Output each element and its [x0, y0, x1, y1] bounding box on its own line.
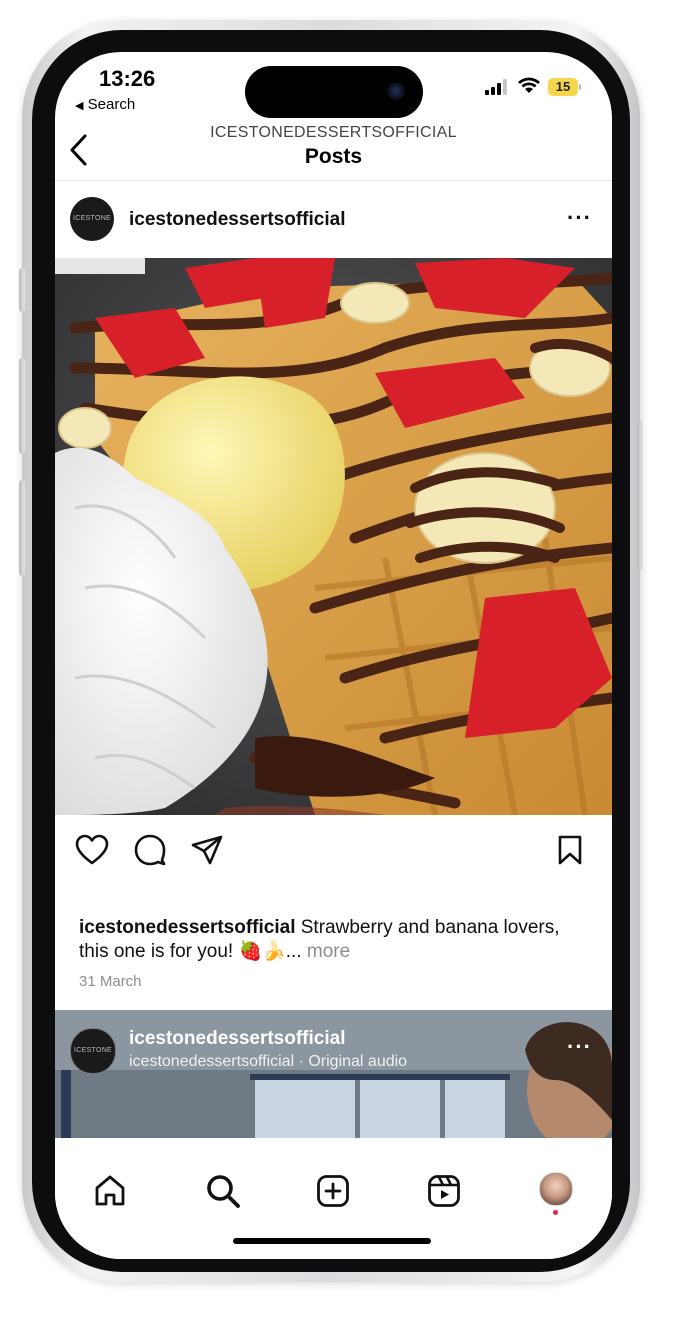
post-date: 31 March [79, 973, 142, 990]
page-title: Posts [304, 145, 363, 168]
volume-up-button [19, 358, 25, 454]
power-button [637, 420, 643, 570]
next-post-avatar[interactable]: ICESTONE [70, 1028, 116, 1074]
caption-more-link[interactable]: more [307, 941, 350, 962]
search-icon[interactable] [205, 1173, 241, 1209]
post-username[interactable]: icestonedessertsofficial [129, 209, 345, 231]
post-more-options-icon[interactable]: ··· [567, 205, 592, 231]
caption-username[interactable]: icestonedessertsofficial [79, 917, 295, 938]
post-image[interactable] [55, 258, 612, 815]
next-post-reel-preview[interactable]: ICESTONE icestonedessertsofficial icesto… [55, 1010, 612, 1144]
header-account-name: ICESTONEDESSERTSOFFICIAL [210, 124, 457, 141]
back-to-search-link[interactable]: ◀ Search [75, 96, 135, 113]
screen: 13:26 ◀ Search 15 ICESTONEDESSERTSOFFICI… [55, 52, 612, 1259]
home-indicator[interactable] [233, 1238, 431, 1244]
dessert-photo [55, 258, 612, 815]
camera-icon [387, 82, 405, 100]
reels-icon[interactable] [427, 1174, 461, 1208]
post-avatar[interactable]: ICESTONE [70, 197, 114, 241]
profile-notification-dot [553, 1210, 558, 1215]
next-post-audio[interactable]: icestonedessertsofficial · Original audi… [129, 1053, 407, 1071]
volume-down-button [19, 480, 25, 576]
status-time: 13:26 [99, 66, 156, 91]
home-icon[interactable] [93, 1174, 127, 1208]
create-icon[interactable] [316, 1174, 350, 1208]
like-heart-icon[interactable] [75, 834, 109, 866]
next-post-more-options-icon[interactable]: ··· [567, 1034, 592, 1060]
action-button [19, 268, 25, 312]
share-send-icon[interactable] [191, 835, 223, 865]
save-bookmark-icon[interactable] [557, 834, 583, 866]
wifi-icon [518, 77, 540, 93]
header-divider [55, 180, 612, 181]
battery-cap [579, 84, 581, 90]
profile-avatar[interactable] [539, 1172, 573, 1206]
post-caption: icestonedessertsofficial Strawberry and … [79, 916, 579, 964]
cellular-signal-icon [485, 79, 507, 95]
comment-bubble-icon[interactable] [133, 834, 167, 866]
battery-indicator: 15 [548, 78, 578, 96]
next-post-username[interactable]: icestonedessertsofficial [129, 1028, 345, 1050]
back-triangle-icon: ◀ [75, 100, 84, 112]
back-app-label: Search [87, 96, 136, 113]
